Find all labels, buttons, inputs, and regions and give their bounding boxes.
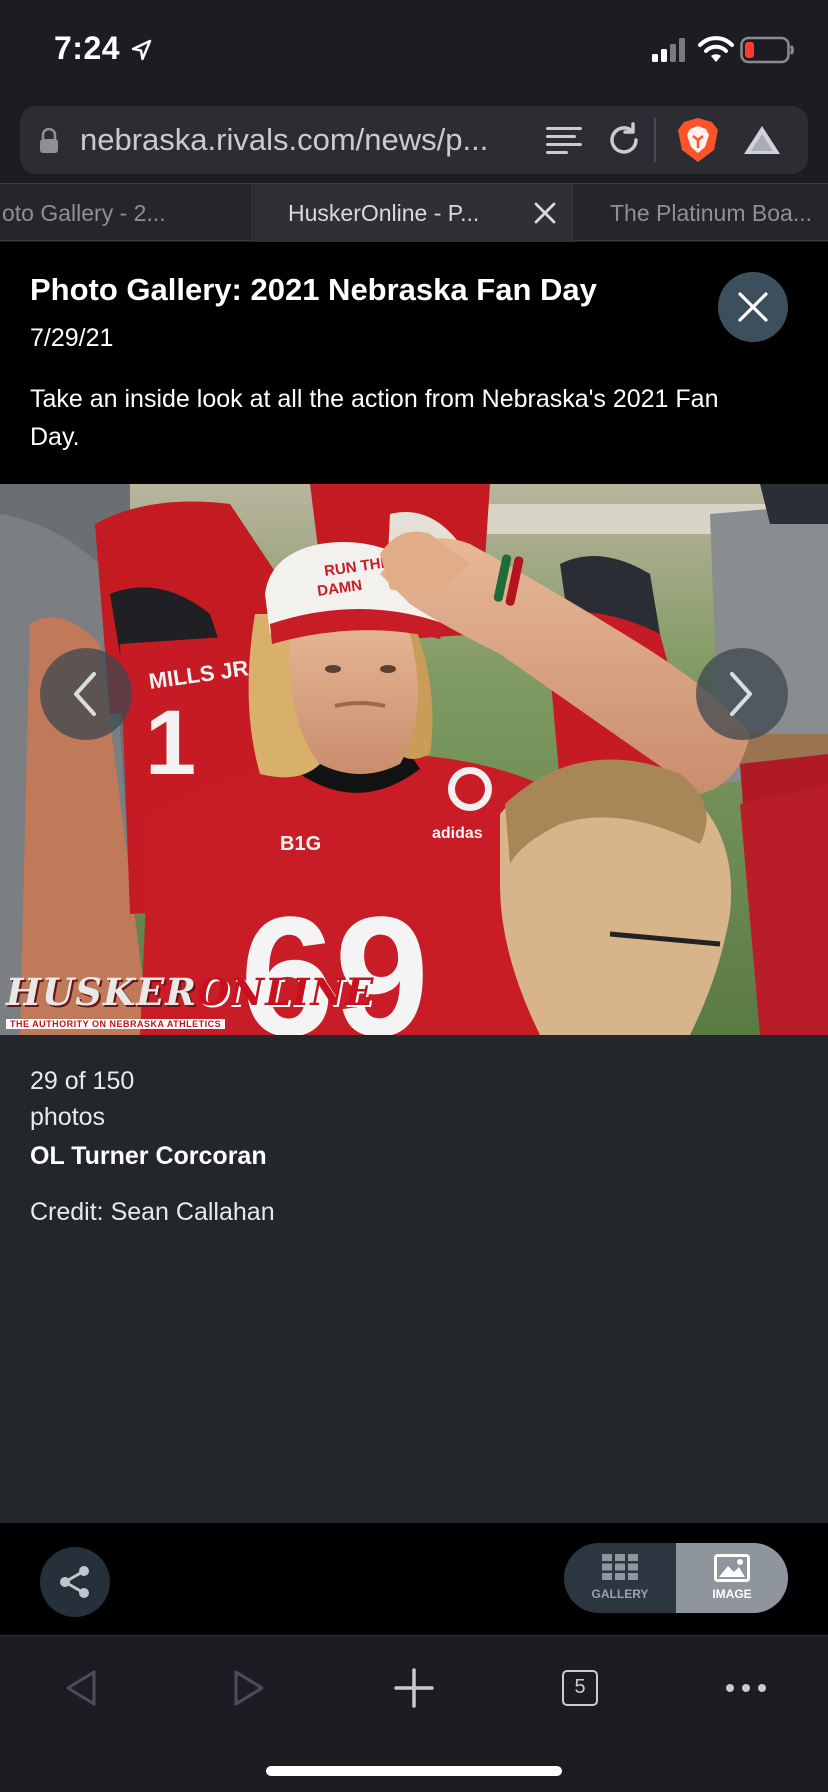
back-icon <box>66 1670 96 1706</box>
photo-counter-unit: photos <box>30 1103 106 1131</box>
grid-icon <box>602 1554 638 1580</box>
chevron-right-icon <box>730 672 752 716</box>
photo-counter: 29 of 150 <box>30 1067 135 1095</box>
tab-label: HuskerOnline - P... <box>288 200 480 226</box>
huskeronline-watermark: HUSKERONLINE THE AUTHORITY ON NEBRASKA A… <box>6 970 374 1032</box>
lock-icon <box>40 128 58 153</box>
gallery-footer: GALLERY IMAGE <box>0 1523 828 1635</box>
new-tab-button[interactable] <box>386 1660 442 1716</box>
url-text[interactable]: nebraska.rivals.com/news/p... <box>80 122 530 158</box>
photo-caption-title: OL Turner Corcoran <box>30 1142 267 1170</box>
jersey-brand: adidas <box>432 825 483 842</box>
photo-caption-panel: 29 of 150 photos OL Turner Corcoran Cred… <box>0 1035 828 1523</box>
tab-photo-gallery[interactable]: oto Gallery - 2... <box>0 184 253 242</box>
background-jersey-number: 1 <box>145 692 196 794</box>
tab-close-icon[interactable] <box>534 202 556 224</box>
photo-credit: Credit: Sean Callahan <box>30 1198 275 1226</box>
watermark-tagline: THE AUTHORITY ON NEBRASKA ATHLETICS <box>6 1019 226 1029</box>
watermark-logo: HUSKERONLINE <box>6 970 374 1014</box>
cellular-signal-icon <box>652 38 685 62</box>
status-bar: 7:24 <box>0 0 828 100</box>
watermark-husker: HUSKER <box>6 970 198 1014</box>
image-view-button[interactable]: IMAGE <box>676 1543 788 1613</box>
share-button[interactable] <box>40 1547 110 1617</box>
gallery-view-label: GALLERY <box>591 1587 649 1601</box>
gallery-photo[interactable]: 1 MILLS JR. 69 B1G adidas RUN THE DAMN H… <box>0 484 828 1035</box>
photo-image: 1 MILLS JR. 69 B1G adidas RUN THE DAMN <box>0 484 828 1035</box>
reload-icon[interactable] <box>604 120 644 160</box>
image-icon <box>714 1554 750 1582</box>
plus-icon <box>394 1668 434 1708</box>
reader-mode-icon[interactable] <box>544 124 584 156</box>
close-icon <box>738 292 768 322</box>
home-indicator[interactable] <box>266 1766 562 1776</box>
chevron-left-icon <box>74 672 96 716</box>
forward-icon <box>234 1670 264 1706</box>
gallery-title: Photo Gallery: 2021 Nebraska Fan Day <box>30 272 597 307</box>
tab-count: 5 <box>562 1670 598 1706</box>
previous-photo-button[interactable] <box>40 648 132 740</box>
view-toggle: GALLERY IMAGE <box>564 1543 788 1613</box>
more-menu-button[interactable] <box>718 1660 774 1716</box>
tab-huskeronline-active[interactable]: HuskerOnline - P... <box>254 184 573 242</box>
gallery-header: Photo Gallery: 2021 Nebraska Fan Day 7/2… <box>0 242 828 484</box>
next-photo-button[interactable] <box>696 648 788 740</box>
url-bar-divider <box>654 118 656 162</box>
gallery-date: 7/29/21 <box>30 324 114 352</box>
status-time: 7:24 <box>54 30 121 66</box>
more-icon <box>726 1684 766 1692</box>
address-bar[interactable]: nebraska.rivals.com/news/p... <box>20 106 808 174</box>
tab-strip: oto Gallery - 2... HuskerOnline - P... T… <box>0 183 828 242</box>
close-gallery-button[interactable] <box>718 272 788 342</box>
tab-label: The Platinum Boa... <box>610 200 812 226</box>
watermark-online: ONLINE <box>197 970 375 1014</box>
wifi-icon <box>698 36 734 62</box>
location-arrow-icon <box>131 39 152 61</box>
image-view-label: IMAGE <box>712 1587 752 1601</box>
brave-shields-icon[interactable] <box>676 116 720 164</box>
share-icon <box>60 1566 89 1598</box>
forward-button[interactable] <box>220 1660 276 1716</box>
tab-label: oto Gallery - 2... <box>2 200 166 226</box>
tabs-overview-button[interactable]: 5 <box>552 1660 608 1716</box>
brave-rewards-icon[interactable] <box>740 122 784 158</box>
jersey-logo: B1G <box>280 833 321 855</box>
gallery-view-button[interactable]: GALLERY <box>564 1543 676 1613</box>
tab-platinum-board[interactable]: The Platinum Boa... <box>574 184 828 242</box>
back-button[interactable] <box>54 1660 110 1716</box>
battery-icon <box>740 36 794 64</box>
gallery-description: Take an inside look at all the action fr… <box>30 385 719 451</box>
